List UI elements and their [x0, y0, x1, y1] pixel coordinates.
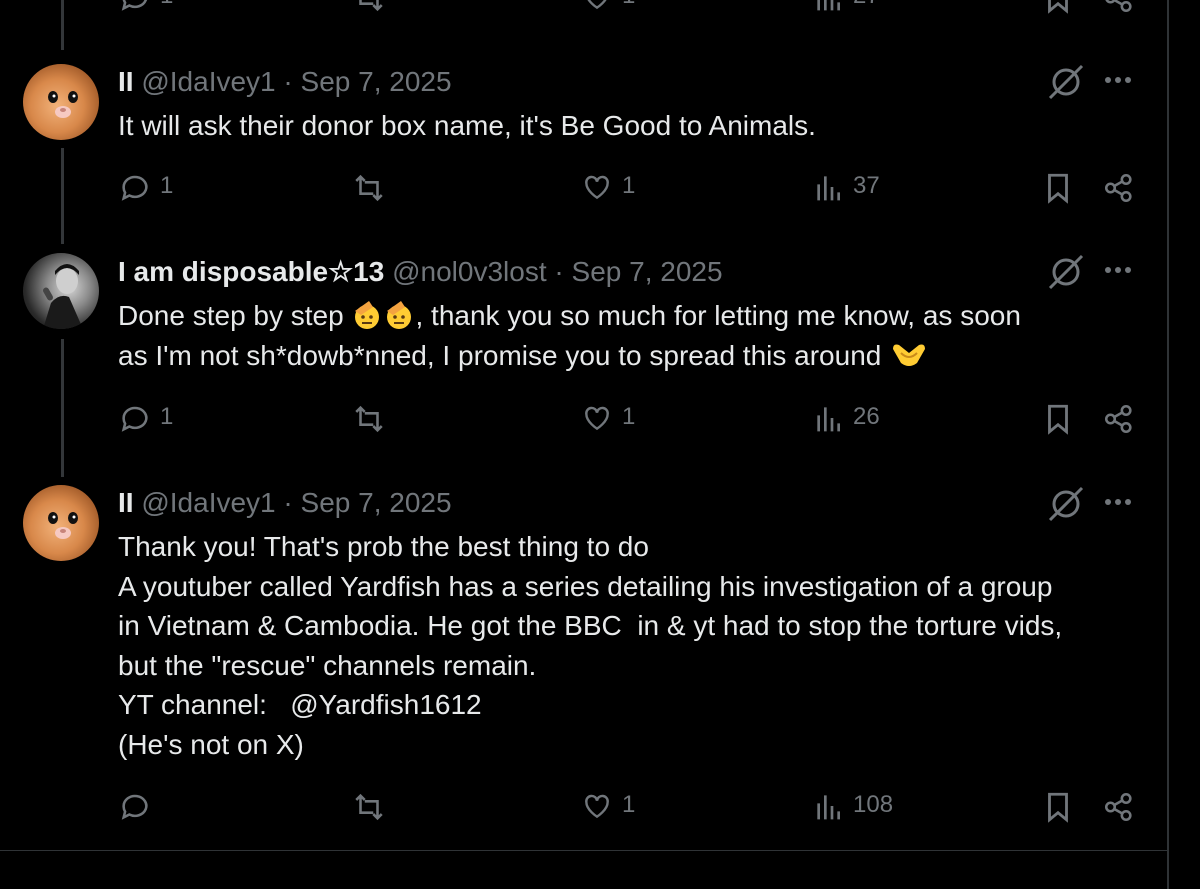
- display-name[interactable]: II: [118, 487, 134, 518]
- tweet-header: II @IdaIvey1 · Sep 7, 2025: [118, 486, 452, 520]
- share-icon[interactable]: [1102, 790, 1136, 824]
- like-count: 1: [622, 791, 636, 818]
- tweet-text-line: (He's not on X): [118, 728, 304, 760]
- like-icon[interactable]: [581, 790, 613, 822]
- tweet-date[interactable]: Sep 7, 2025: [301, 487, 452, 518]
- tweet-text: Thank you! That's prob the best thing to…: [118, 527, 1148, 764]
- avatar[interactable]: [23, 485, 99, 561]
- retweet-icon[interactable]: [352, 790, 386, 824]
- tweet-text-line: A youtuber called Yardfish has a series …: [118, 570, 1053, 602]
- views-icon[interactable]: [814, 790, 842, 822]
- timeline-bottom-border: [0, 850, 1168, 851]
- views-count: 108: [853, 791, 894, 818]
- bookmark-icon[interactable]: [1043, 790, 1073, 824]
- user-handle[interactable]: @IdaIvey1: [141, 487, 275, 518]
- tweet[interactable]: II @IdaIvey1 · Sep 7, 2025 Thank you! Th…: [0, 0, 1168, 850]
- grok-icon[interactable]: [1046, 486, 1086, 527]
- tweet-text-line: but the "rescue" channels remain.: [118, 649, 537, 681]
- tweet-text-line: in Vietnam & Cambodia. He got the BBC in…: [118, 610, 1063, 641]
- tweet-text-line: Thank you! That's prob the best thing to…: [118, 531, 649, 562]
- more-options-icon[interactable]: [1102, 490, 1134, 519]
- separator: ·: [283, 487, 293, 518]
- tweet-actions: 1 108: [0, 787, 1168, 827]
- reply-icon[interactable]: [118, 789, 152, 823]
- tweet-text-line: YT channel: @Yardfish1612: [118, 689, 482, 720]
